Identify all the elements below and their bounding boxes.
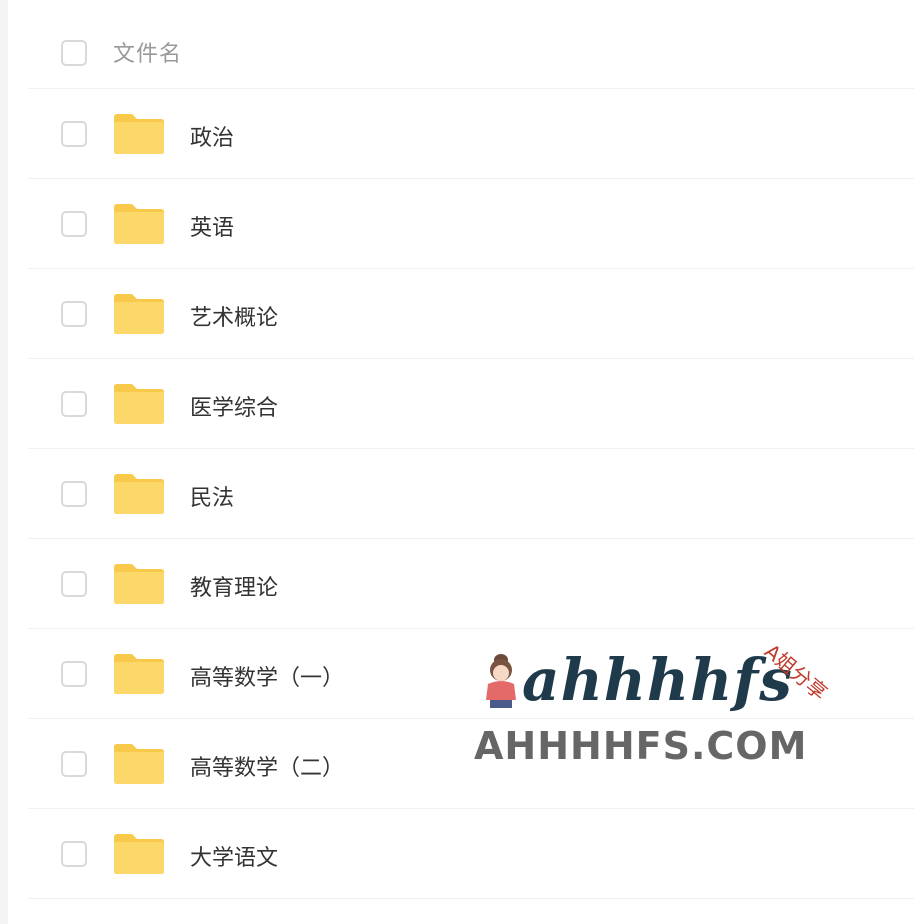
folder-icon <box>112 381 166 425</box>
file-row-3[interactable]: 医学综合 <box>28 359 914 449</box>
file-name[interactable]: 大学语文 <box>190 840 278 872</box>
row-checkbox[interactable] <box>61 121 87 147</box>
folder-icon <box>112 111 166 155</box>
file-row-2[interactable]: 艺术概论 <box>28 269 914 359</box>
file-row-8[interactable]: 大学语文 <box>28 809 914 899</box>
file-row-4[interactable]: 民法 <box>28 449 914 539</box>
left-edge-strip <box>0 0 8 924</box>
file-row-6[interactable]: 高等数学（一） <box>28 629 914 719</box>
file-name[interactable]: 高等数学（一） <box>190 660 344 692</box>
filename-column-header[interactable]: 文件名 <box>113 36 182 68</box>
row-checkbox[interactable] <box>61 481 87 507</box>
file-name[interactable]: 医学综合 <box>190 390 278 422</box>
folder-icon <box>112 291 166 335</box>
row-checkbox[interactable] <box>61 661 87 687</box>
folder-icon <box>112 741 166 785</box>
folder-icon <box>112 651 166 695</box>
row-checkbox[interactable] <box>61 841 87 867</box>
folder-icon <box>112 561 166 605</box>
file-name[interactable]: 高等数学（二） <box>190 750 344 782</box>
file-manager-page: 文件名 政治 英语 艺术概论 医学综合 民法 教育理论 高等数学（一） 高等数学… <box>0 0 914 924</box>
file-name[interactable]: 英语 <box>190 210 234 242</box>
file-row-7[interactable]: 高等数学（二） <box>28 719 914 809</box>
row-checkbox[interactable] <box>61 391 87 417</box>
select-all-checkbox[interactable] <box>61 40 87 66</box>
file-row-1[interactable]: 英语 <box>28 179 914 269</box>
row-checkbox[interactable] <box>61 571 87 597</box>
row-checkbox[interactable] <box>61 301 87 327</box>
file-row-0[interactable]: 政治 <box>28 89 914 179</box>
file-name[interactable]: 政治 <box>190 120 234 152</box>
folder-icon <box>112 201 166 245</box>
file-name[interactable]: 艺术概论 <box>190 300 278 332</box>
folder-icon <box>112 831 166 875</box>
file-list: 文件名 政治 英语 艺术概论 医学综合 民法 教育理论 高等数学（一） 高等数学… <box>28 0 914 899</box>
file-name[interactable]: 民法 <box>190 480 234 512</box>
file-row-5[interactable]: 教育理论 <box>28 539 914 629</box>
folder-icon <box>112 471 166 515</box>
row-checkbox[interactable] <box>61 211 87 237</box>
file-list-header: 文件名 <box>28 0 914 89</box>
file-name[interactable]: 教育理论 <box>190 570 278 602</box>
row-checkbox[interactable] <box>61 751 87 777</box>
